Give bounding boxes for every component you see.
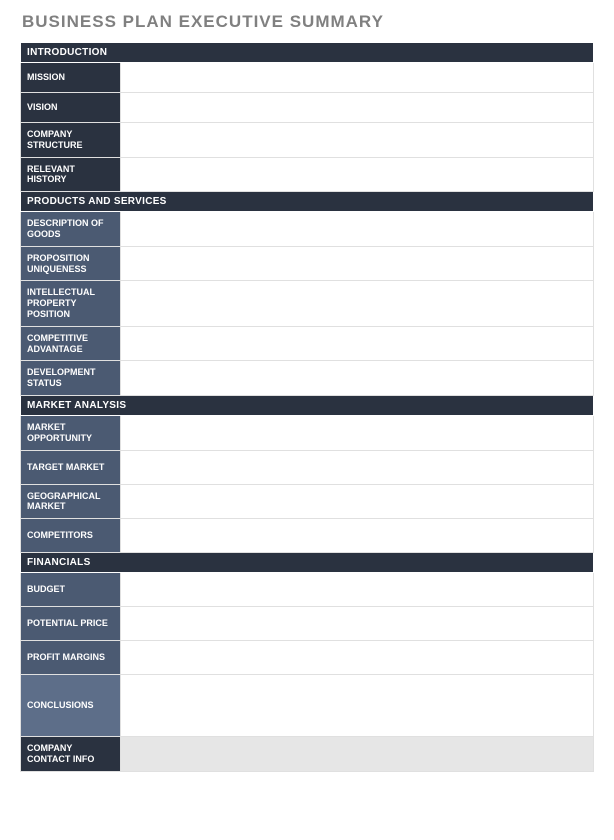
row-vision: VISION <box>21 93 594 123</box>
row-label: GEOGRAPHICAL MARKET <box>21 484 121 519</box>
row-value[interactable] <box>121 737 594 772</box>
row-target-market: TARGET MARKET <box>21 450 594 484</box>
row-value[interactable] <box>121 519 594 553</box>
row-market-opportunity: MARKET OPPORTUNITY <box>21 415 594 450</box>
row-value[interactable] <box>121 641 594 675</box>
row-label: POTENTIAL PRICE <box>21 607 121 641</box>
row-label: BUDGET <box>21 573 121 607</box>
row-value[interactable] <box>121 281 594 326</box>
section-header-financials: FINANCIALS <box>21 553 594 573</box>
row-proposition-uniqueness: PROPOSITION UNIQUENESS <box>21 246 594 281</box>
row-value[interactable] <box>121 123 594 158</box>
summary-table: INTRODUCTION MISSION VISION COMPANY STRU… <box>20 42 594 772</box>
row-value[interactable] <box>121 157 594 192</box>
row-competitive-advantage: COMPETITIVE ADVANTAGE <box>21 326 594 361</box>
row-label: RELEVANT HISTORY <box>21 157 121 192</box>
page-title: BUSINESS PLAN EXECUTIVE SUMMARY <box>22 12 594 32</box>
row-description-of-goods: DESCRIPTION OF GOODS <box>21 212 594 247</box>
row-value[interactable] <box>121 607 594 641</box>
row-relevant-history: RELEVANT HISTORY <box>21 157 594 192</box>
section-header-label: PRODUCTS AND SERVICES <box>21 192 594 212</box>
row-label: COMPETITIVE ADVANTAGE <box>21 326 121 361</box>
section-header-label: MARKET ANALYSIS <box>21 395 594 415</box>
row-label: MISSION <box>21 63 121 93</box>
section-header-introduction: INTRODUCTION <box>21 43 594 63</box>
row-conclusions: CONCLUSIONS <box>21 675 594 737</box>
row-label: PROFIT MARGINS <box>21 641 121 675</box>
row-ip-position: INTELLECTUAL PROPERTY POSITION <box>21 281 594 326</box>
row-geographical-market: GEOGRAPHICAL MARKET <box>21 484 594 519</box>
row-value[interactable] <box>121 675 594 737</box>
row-label: CONCLUSIONS <box>21 675 121 737</box>
row-value[interactable] <box>121 246 594 281</box>
row-label: MARKET OPPORTUNITY <box>21 415 121 450</box>
row-development-status: DEVELOPMENT STATUS <box>21 361 594 396</box>
row-company-contact-info: COMPANY CONTACT INFO <box>21 737 594 772</box>
row-value[interactable] <box>121 63 594 93</box>
row-label: DESCRIPTION OF GOODS <box>21 212 121 247</box>
row-value[interactable] <box>121 212 594 247</box>
row-label: DEVELOPMENT STATUS <box>21 361 121 396</box>
row-value[interactable] <box>121 415 594 450</box>
row-label: INTELLECTUAL PROPERTY POSITION <box>21 281 121 326</box>
row-potential-price: POTENTIAL PRICE <box>21 607 594 641</box>
row-value[interactable] <box>121 326 594 361</box>
row-budget: BUDGET <box>21 573 594 607</box>
row-value[interactable] <box>121 361 594 396</box>
section-header-label: FINANCIALS <box>21 553 594 573</box>
row-mission: MISSION <box>21 63 594 93</box>
row-label: TARGET MARKET <box>21 450 121 484</box>
section-header-market-analysis: MARKET ANALYSIS <box>21 395 594 415</box>
row-value[interactable] <box>121 573 594 607</box>
row-value[interactable] <box>121 450 594 484</box>
row-label: VISION <box>21 93 121 123</box>
row-label: COMPETITORS <box>21 519 121 553</box>
row-label: PROPOSITION UNIQUENESS <box>21 246 121 281</box>
section-header-label: INTRODUCTION <box>21 43 594 63</box>
row-label: COMPANY STRUCTURE <box>21 123 121 158</box>
row-label: COMPANY CONTACT INFO <box>21 737 121 772</box>
section-header-products-services: PRODUCTS AND SERVICES <box>21 192 594 212</box>
row-profit-margins: PROFIT MARGINS <box>21 641 594 675</box>
row-competitors: COMPETITORS <box>21 519 594 553</box>
row-value[interactable] <box>121 484 594 519</box>
row-company-structure: COMPANY STRUCTURE <box>21 123 594 158</box>
row-value[interactable] <box>121 93 594 123</box>
